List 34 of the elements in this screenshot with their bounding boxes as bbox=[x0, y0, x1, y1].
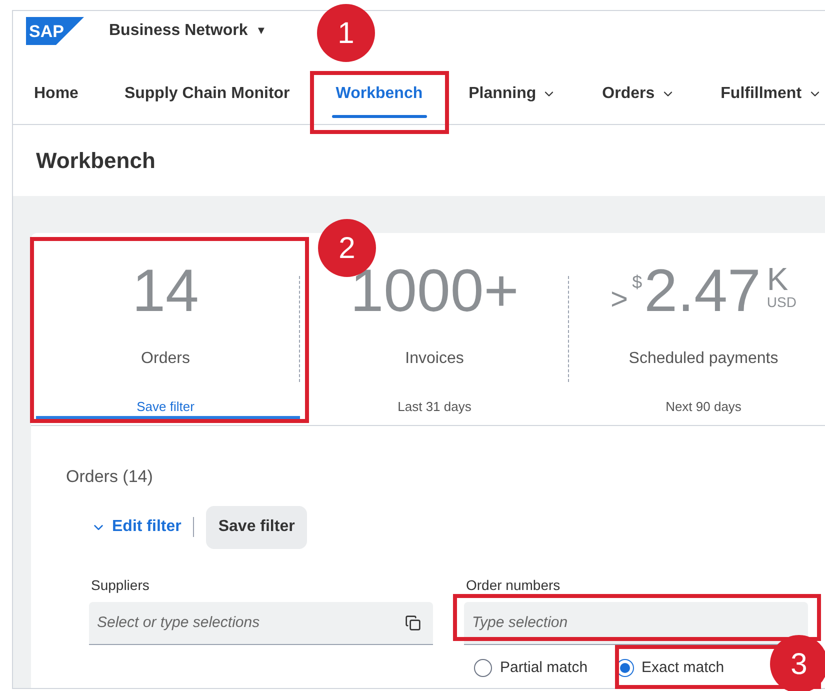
radio-option[interactable]: Exact match bbox=[616, 656, 724, 679]
product-title[interactable]: Business Network bbox=[109, 19, 248, 43]
kpi-label: Scheduled payments bbox=[628, 349, 778, 369]
kpi-period: Next 90 days bbox=[666, 398, 742, 416]
radio-option[interactable]: Partial match bbox=[474, 656, 588, 679]
nav-tab[interactable]: Workbench bbox=[324, 67, 435, 124]
edit-filter-button[interactable]: Edit filter bbox=[91, 515, 182, 539]
radio-button[interactable] bbox=[474, 658, 492, 677]
caret-icon[interactable]: ▼ bbox=[256, 22, 267, 40]
unit-label: K bbox=[766, 263, 790, 295]
kpi-label: Invoices bbox=[405, 349, 464, 369]
kpi-label: Orders bbox=[141, 349, 190, 369]
kpi-period: Last 31 days bbox=[398, 398, 472, 416]
kpi-value: 2.47 bbox=[644, 261, 761, 321]
nav-tab[interactable]: Fulfillment bbox=[708, 67, 825, 124]
kpi-value: 14 bbox=[132, 261, 199, 321]
nav-tab[interactable]: Home bbox=[22, 67, 90, 124]
nav-tab[interactable]: Supply Chain Monitor bbox=[112, 67, 302, 124]
copy-icon[interactable] bbox=[405, 614, 421, 630]
save-filter-button[interactable]: Save filter bbox=[206, 506, 307, 548]
field-label: Suppliers bbox=[91, 576, 150, 595]
save-filter-link[interactable]: Save filter bbox=[136, 397, 194, 416]
currency-code: USD bbox=[766, 295, 796, 309]
greater-than-sign: > bbox=[610, 282, 628, 318]
logo[interactable]: SAP bbox=[26, 17, 84, 45]
page-title: Workbench bbox=[36, 147, 156, 175]
input-field[interactable]: Type selection bbox=[464, 602, 808, 644]
nav-tab[interactable]: Planning bbox=[456, 67, 568, 124]
section-title: Orders (14) bbox=[66, 466, 154, 488]
input-field[interactable]: Select or type selections bbox=[89, 602, 433, 644]
field-label: Order numbers bbox=[466, 576, 562, 594]
nav-tab[interactable]: Orders bbox=[590, 67, 687, 124]
callout-number: 1 bbox=[317, 4, 375, 62]
currency-symbol: $ bbox=[632, 271, 642, 294]
